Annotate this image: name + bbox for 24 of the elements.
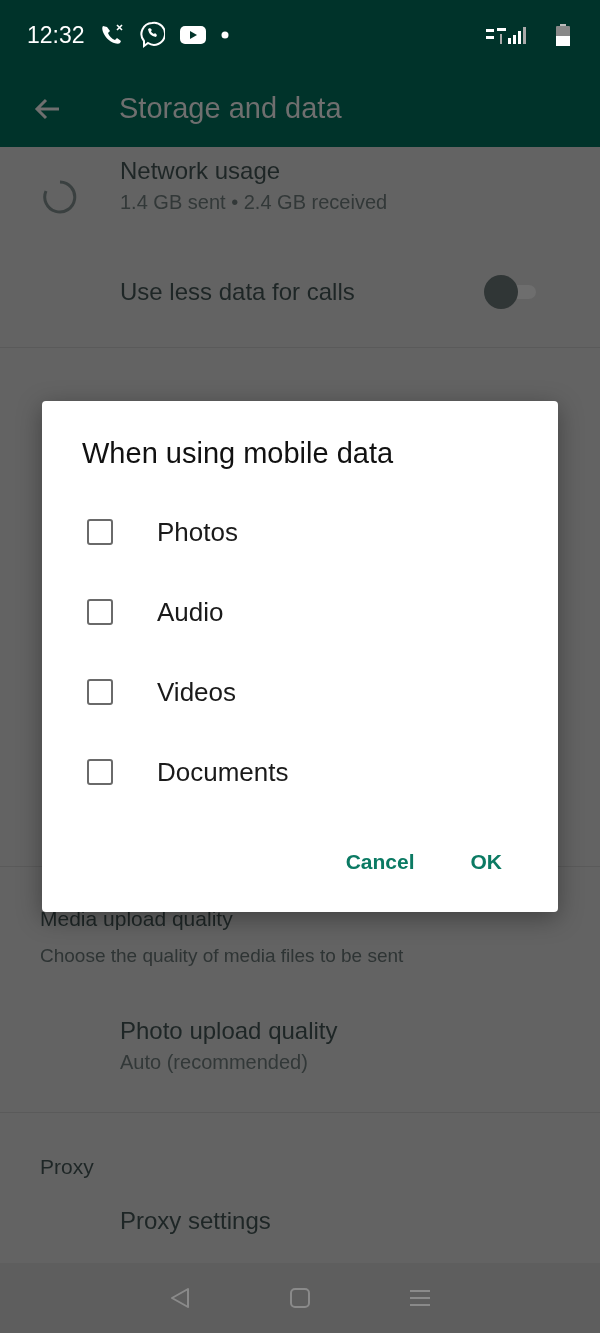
option-label[interactable]: Audio bbox=[157, 596, 224, 628]
option-label[interactable]: Videos bbox=[157, 676, 237, 708]
ok-button[interactable]: OK bbox=[452, 842, 520, 882]
screen-title: Storage and data bbox=[119, 92, 342, 125]
menu-icon[interactable] bbox=[409, 1288, 431, 1308]
chat-phone-icon bbox=[138, 21, 165, 49]
option-label[interactable]: Photos bbox=[157, 516, 238, 548]
battery-icon bbox=[556, 24, 570, 46]
back-icon[interactable] bbox=[169, 1286, 191, 1310]
dot-icon bbox=[220, 31, 229, 39]
back-icon[interactable] bbox=[33, 96, 61, 121]
option-label[interactable]: Documents bbox=[157, 756, 289, 788]
checkbox[interactable] bbox=[87, 519, 113, 545]
loading-icon bbox=[42, 179, 78, 215]
section-header: Proxy bbox=[39, 1154, 95, 1179]
checkbox[interactable] bbox=[87, 599, 113, 625]
checkbox[interactable] bbox=[87, 679, 113, 705]
cancel-button[interactable]: Cancel bbox=[327, 842, 433, 882]
home-icon[interactable] bbox=[289, 1287, 311, 1309]
play-icon bbox=[178, 25, 207, 45]
dialog-title: When using mobile data bbox=[82, 437, 395, 470]
status-time: 12:32 bbox=[27, 21, 85, 49]
checkbox[interactable] bbox=[87, 759, 113, 785]
section-header: Media upload quality bbox=[39, 906, 234, 931]
